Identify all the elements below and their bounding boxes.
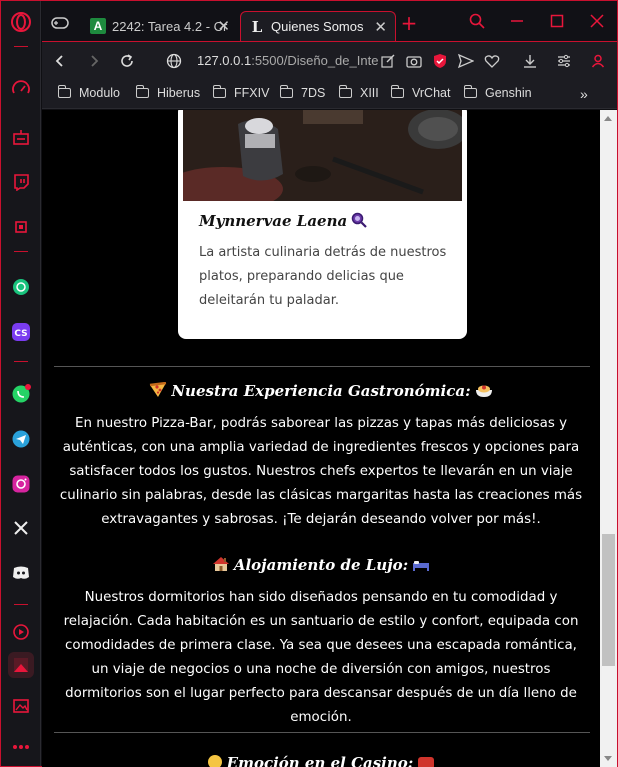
folder-icon [57, 85, 71, 98]
minimize-icon[interactable] [507, 11, 527, 31]
house-icon [212, 556, 230, 576]
search-icon[interactable] [467, 11, 487, 31]
folder-icon [279, 85, 293, 98]
sidebar-divider [14, 251, 28, 252]
x-twitter-icon[interactable] [8, 515, 34, 541]
scroll-down-icon[interactable] [604, 756, 612, 761]
bookmark-folder[interactable]: Modulo [57, 85, 120, 100]
bookmark-folder[interactable]: VrChat [390, 85, 450, 100]
hardware-limiter-icon[interactable] [8, 214, 34, 240]
page-viewport: Mynnervae Laena La artista culinaria det… [42, 110, 600, 767]
maximize-icon[interactable] [547, 11, 567, 31]
send-icon[interactable] [456, 51, 476, 71]
edit-icon[interactable] [378, 51, 398, 71]
folder-icon [463, 85, 477, 98]
bed-icon [412, 558, 430, 576]
close-icon[interactable]: ✕ [217, 17, 230, 35]
folder-icon [135, 85, 149, 98]
card-title: Mynnervae Laena [199, 212, 371, 232]
tab-bar: A 2242: Tarea 4.2 - Cr ✕ L Quienes Somos… [42, 1, 617, 41]
section-divider [54, 732, 590, 733]
section-title-alojamiento: Alojamiento de Lujo: [42, 556, 600, 576]
twitch-icon[interactable] [8, 169, 34, 195]
sidebar-divider [14, 361, 28, 362]
section-title-casino: Emoción en el Casino: [42, 754, 600, 767]
back-icon[interactable] [50, 51, 70, 71]
address-toolbar: 127.0.0.1:5500/Diseño_de_Inte [42, 41, 617, 79]
scroll-up-icon[interactable] [604, 116, 612, 121]
whatsapp-icon[interactable] [8, 381, 34, 407]
bookmark-folder[interactable]: 7DS [279, 85, 325, 100]
more-options-icon[interactable] [8, 734, 34, 760]
bookmark-folder[interactable]: XIII [338, 85, 379, 100]
slot-icon [417, 756, 435, 767]
folder-icon [212, 85, 226, 98]
chatsonic-icon[interactable]: CS [8, 319, 34, 345]
pizza-icon [149, 381, 167, 402]
browser-sidebar: CS [1, 1, 41, 766]
svg-text:CS: CS [14, 329, 27, 339]
tab-label: Quienes Somos [271, 19, 364, 34]
discord-icon[interactable] [8, 560, 34, 586]
sidebar-divider [14, 46, 28, 47]
team-card: Mynnervae Laena La artista culinaria det… [178, 110, 467, 339]
shield-icon[interactable] [430, 51, 450, 71]
card-description: La artista culinaria detrás de nuestros … [199, 245, 447, 308]
bookmarks-bar: Modulo Hiberus FFXIV 7DS XIII VrChat Gen… [42, 79, 617, 109]
page-scrollbar[interactable] [600, 110, 617, 767]
tab-quienes-somos[interactable]: L Quienes Somos ✕ [240, 11, 396, 41]
easy-setup-icon[interactable] [554, 51, 574, 71]
scroll-thumb[interactable] [602, 534, 615, 666]
section-title-gastronomia: Nuestra Experiencia Gastronómica: [42, 381, 600, 402]
chatgpt-icon[interactable] [8, 274, 34, 300]
player-icon[interactable] [8, 619, 34, 645]
gamepad-icon[interactable] [50, 13, 70, 33]
tab-tarea[interactable]: A 2242: Tarea 4.2 - Cr ✕ [82, 11, 238, 41]
camera-icon[interactable] [404, 51, 424, 71]
reload-icon[interactable] [117, 51, 137, 71]
speed-dial-icon[interactable] [8, 76, 34, 102]
smiley-icon [207, 754, 223, 767]
url-field[interactable]: 127.0.0.1:5500/Diseño_de_Inte [197, 53, 378, 68]
telegram-icon[interactable] [8, 426, 34, 452]
download-icon[interactable] [520, 51, 540, 71]
tab-favicon: L [251, 17, 263, 36]
gx-control-icon[interactable] [8, 124, 34, 150]
tab-favicon: A [90, 18, 106, 34]
tab-label: 2242: Tarea 4.2 - Cr [112, 18, 228, 34]
bookmark-folder[interactable]: Hiberus [135, 85, 200, 100]
heart-icon[interactable] [482, 51, 502, 71]
forward-icon[interactable] [84, 51, 104, 71]
gx-wallpaper-icon[interactable] [8, 652, 34, 678]
site-info-icon[interactable] [164, 51, 184, 71]
instagram-icon[interactable] [8, 471, 34, 497]
section-text-gastronomia: En nuestro Pizza-Bar, podrás saborear la… [59, 416, 583, 527]
url-path: :5500/Diseño_de_Inte [251, 53, 379, 68]
folder-icon [338, 85, 352, 98]
card-photo [183, 110, 462, 201]
bookmark-folder[interactable]: FFXIV [212, 85, 269, 100]
new-tab-icon[interactable]: + [399, 11, 419, 35]
url-host: 127.0.0.1 [197, 53, 252, 68]
snapshot-gallery-icon[interactable] [8, 693, 34, 719]
magnifier-icon [351, 212, 367, 232]
more-bookmarks-icon[interactable]: » [580, 86, 588, 102]
opera-logo-icon[interactable] [8, 9, 34, 35]
bookmark-folder[interactable]: Genshin [463, 85, 532, 100]
close-window-icon[interactable] [587, 11, 607, 31]
spaghetti-icon [475, 382, 493, 402]
section-divider [54, 366, 590, 367]
folder-icon [390, 85, 404, 98]
sidebar-divider [14, 604, 28, 605]
close-icon[interactable]: ✕ [374, 18, 387, 36]
profile-icon[interactable] [588, 51, 608, 71]
section-text-alojamiento: Nuestros dormitorios han sido diseñados … [63, 590, 579, 725]
